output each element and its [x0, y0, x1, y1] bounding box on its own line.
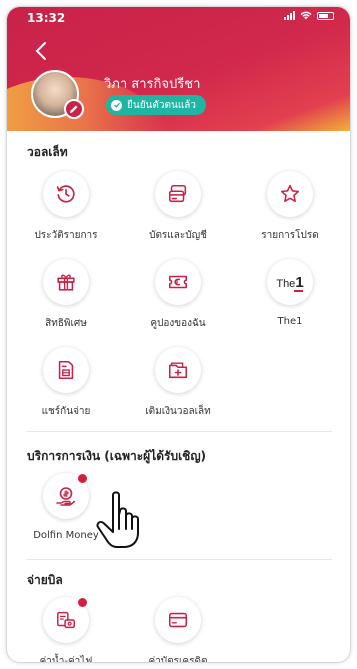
- tile-label: คูปองของฉัน: [150, 318, 206, 329]
- tile-label: ค่าบัตรเครดิต: [148, 656, 208, 663]
- profile-header: 13:32 วิภา สารกิจปรีชา ยืนยันตัวตนแล้ว: [7, 7, 350, 131]
- verified-badge: ยืนยันตัวตนแล้ว: [106, 95, 207, 115]
- tile-dolfin-money[interactable]: Dolfin Money: [21, 473, 111, 541]
- verified-label: ยืนยันตัวตนแล้ว: [127, 99, 197, 111]
- star-icon: [280, 184, 300, 203]
- split-bill-icon: [58, 360, 74, 380]
- tile-utility-bill[interactable]: ค่าน้ำ-ค่าไฟ: [21, 597, 111, 663]
- back-button[interactable]: [33, 41, 49, 61]
- check-icon: [111, 99, 122, 111]
- money-icon: [56, 487, 76, 506]
- section-title-wallet: วอลเล็ท: [27, 145, 68, 159]
- cards-icon: [168, 184, 187, 203]
- tile-split-bill[interactable]: แชร์กันจ่าย: [21, 347, 111, 419]
- edit-avatar-button[interactable]: [64, 99, 84, 119]
- tile-label: แชร์กันจ่าย: [41, 406, 91, 417]
- status-time: 13:32: [27, 11, 66, 25]
- notification-dot: [78, 474, 87, 483]
- wifi-icon: [300, 11, 312, 20]
- tile-label: Dolfin Money: [33, 530, 99, 541]
- phone-frame: 13:32 วิภา สารกิจปรีชา ยืนยันตัวตนแล้ว ว…: [6, 6, 351, 663]
- gift-icon: [57, 274, 75, 291]
- divider: [27, 559, 332, 560]
- section-title-bills: จ่ายบิล: [27, 573, 63, 587]
- divider: [27, 431, 332, 432]
- user-name: วิภา สารกิจปรีชา: [104, 77, 201, 92]
- credit-card-icon: [168, 612, 188, 628]
- tile-label: The1: [277, 316, 303, 327]
- tile-topup-wallet[interactable]: เติมเงินวอลเล็ท: [133, 347, 223, 419]
- tile-label: บัตรและบัญชี: [149, 230, 207, 241]
- chevron-left-icon: [35, 42, 46, 60]
- pencil-icon: [70, 105, 78, 113]
- tile-label: ประวัติรายการ: [34, 230, 98, 241]
- history-icon: [56, 185, 75, 203]
- tile-cards-accounts[interactable]: บัตรและบัญชี: [133, 171, 223, 243]
- notification-dot: [78, 598, 87, 607]
- signal-icon: [284, 11, 295, 20]
- tile-label: สิทธิพิเศษ: [45, 318, 87, 329]
- coupon-icon: [168, 275, 188, 289]
- tile-my-coupons[interactable]: คูปองของฉัน: [133, 259, 223, 331]
- section-title-finance: บริการการเงิน (เฉพาะผู้ได้รับเชิญ): [27, 449, 207, 463]
- tile-history[interactable]: ประวัติรายการ: [21, 171, 111, 243]
- the1-logo: The1: [276, 273, 304, 291]
- tile-label: เติมเงินวอลเล็ท: [145, 406, 211, 417]
- tile-the1[interactable]: The1 The1: [245, 259, 335, 327]
- utility-bill-icon: [57, 611, 75, 629]
- tile-label: ค่าน้ำ-ค่าไฟ: [39, 656, 93, 663]
- tile-label: รายการโปรด: [261, 230, 319, 241]
- status-icons: [284, 11, 334, 20]
- topup-wallet-icon: [168, 362, 188, 379]
- tile-favorites[interactable]: รายการโปรด: [245, 171, 335, 243]
- battery-icon: [317, 11, 334, 20]
- status-bar: 13:32: [7, 7, 350, 29]
- tile-credit-card-bill[interactable]: ค่าบัตรเครดิต: [133, 597, 223, 663]
- tile-privileges[interactable]: สิทธิพิเศษ: [21, 259, 111, 331]
